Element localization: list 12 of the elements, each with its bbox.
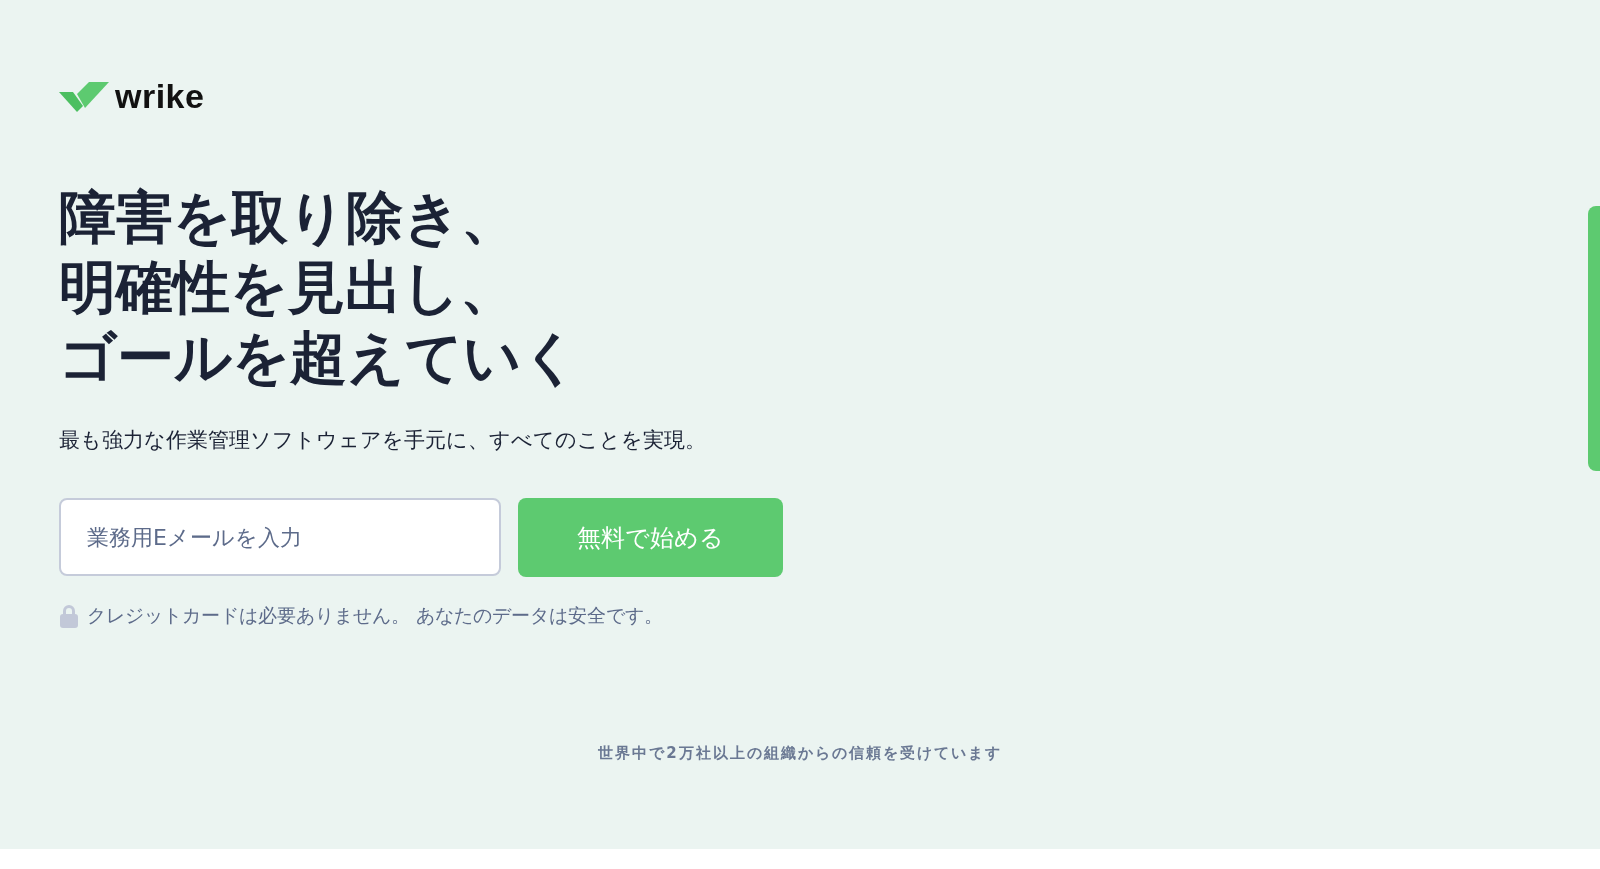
- checkmark-logo-icon: [59, 80, 109, 112]
- start-free-button[interactable]: 無料で始める: [518, 498, 783, 577]
- security-note: クレジットカードは必要ありません。 あなたのデータは安全です。: [87, 603, 664, 628]
- email-field[interactable]: 業務用Eメールを入力: [59, 498, 501, 576]
- headline-line: 障害を取り除き、: [59, 183, 518, 252]
- lock-icon: [59, 604, 79, 628]
- logo-wordmark: wrike: [115, 79, 205, 113]
- side-tab[interactable]: [1588, 206, 1600, 471]
- headline-line: 明確性を見出し、: [59, 253, 517, 322]
- headline-line: ゴールを超えていく: [59, 323, 579, 392]
- trust-line: 世界中で2万社以上の組織からの信頼を受けています: [597, 744, 1003, 763]
- subtitle: 最も強力な作業管理ソフトウェアを手元に、すべてのことを実現。: [59, 427, 707, 454]
